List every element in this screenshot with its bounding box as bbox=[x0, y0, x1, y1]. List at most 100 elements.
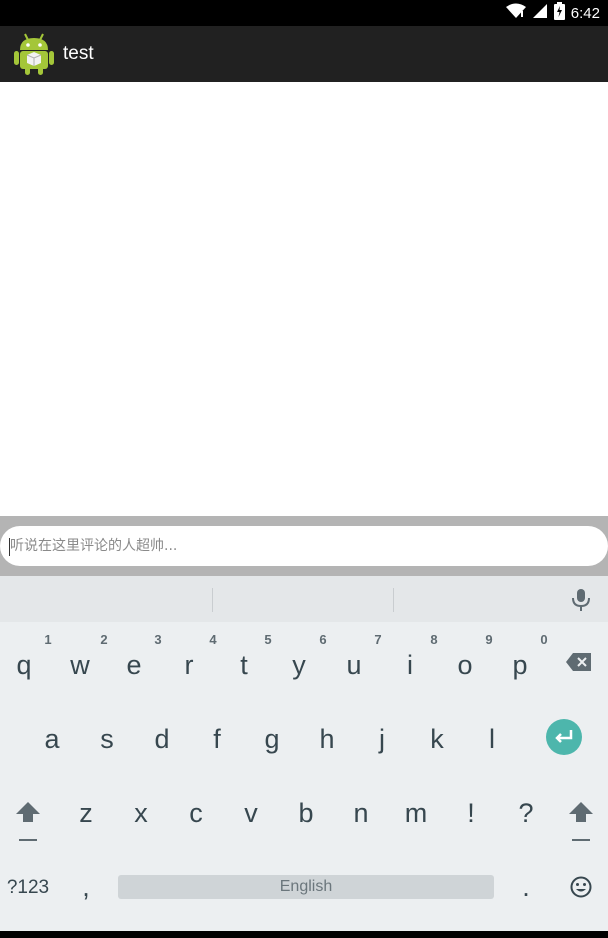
key-e[interactable]: 3 e bbox=[120, 632, 161, 680]
key-label: d bbox=[154, 724, 170, 754]
key-r[interactable]: 4 r bbox=[175, 632, 217, 680]
key-hint: 9 bbox=[485, 632, 493, 647]
content-area bbox=[0, 82, 608, 516]
soft-keyboard: 1 q 2 w 3 e 4 r 5 t 6 y 7 u 8 i 9 o 0 p … bbox=[0, 576, 608, 931]
space-label: English bbox=[279, 878, 333, 895]
key-label: q bbox=[16, 650, 32, 680]
shift-icon[interactable] bbox=[567, 800, 595, 846]
key-label: ! bbox=[467, 798, 475, 828]
key-label: w bbox=[70, 650, 90, 680]
key-hint: 0 bbox=[540, 632, 548, 647]
key-label: l bbox=[489, 724, 495, 754]
comma-key[interactable]: , bbox=[72, 872, 100, 902]
key-t[interactable]: 5 t bbox=[230, 632, 271, 680]
app-title: test bbox=[63, 43, 94, 64]
key-x[interactable]: x bbox=[127, 798, 155, 828]
key-question[interactable]: ? bbox=[512, 798, 540, 828]
key-label: f bbox=[213, 724, 221, 754]
key-l[interactable]: l bbox=[478, 724, 506, 754]
status-time: 6:42 bbox=[570, 4, 600, 22]
wifi-icon bbox=[505, 3, 526, 23]
key-s[interactable]: s bbox=[93, 724, 121, 754]
shift-icon[interactable] bbox=[14, 800, 42, 846]
key-label: a bbox=[44, 724, 60, 754]
key-y[interactable]: 6 y bbox=[285, 632, 326, 680]
signal-icon bbox=[532, 3, 548, 23]
comment-input[interactable] bbox=[0, 526, 608, 566]
key-b[interactable]: b bbox=[292, 798, 320, 828]
status-icons: 6:42 bbox=[505, 2, 600, 24]
space-key[interactable]: English bbox=[118, 875, 494, 899]
suggestion-divider bbox=[212, 588, 213, 612]
key-u[interactable]: 7 u bbox=[340, 632, 381, 680]
key-v[interactable]: v bbox=[237, 798, 265, 828]
screen: 6:42 test 听说在这里评论的人超帅... 1 q 2 w 3 e 4 r… bbox=[0, 0, 608, 938]
key-q[interactable]: 1 q bbox=[10, 632, 51, 680]
enter-icon bbox=[546, 730, 582, 759]
navigation-strip bbox=[0, 931, 608, 938]
key-c[interactable]: c bbox=[182, 798, 210, 828]
key-w[interactable]: 2 w bbox=[65, 632, 107, 680]
key-hint: 3 bbox=[154, 632, 162, 647]
key-label: s bbox=[100, 724, 114, 754]
key-label: i bbox=[407, 650, 413, 680]
key-hint: 1 bbox=[44, 632, 52, 647]
key-a[interactable]: a bbox=[38, 724, 66, 754]
status-bar: 6:42 bbox=[0, 0, 608, 26]
key-label: c bbox=[189, 798, 203, 828]
key-hint: 6 bbox=[319, 632, 327, 647]
key-f[interactable]: f bbox=[203, 724, 231, 754]
battery-icon bbox=[553, 2, 565, 24]
key-exclamation[interactable]: ! bbox=[457, 798, 485, 828]
key-label: h bbox=[319, 724, 335, 754]
key-label: n bbox=[353, 798, 369, 828]
key-j[interactable]: j bbox=[368, 724, 396, 754]
emoji-icon[interactable] bbox=[570, 876, 592, 898]
key-hint: 4 bbox=[209, 632, 217, 647]
symbols-key[interactable]: ?123 bbox=[4, 877, 52, 899]
key-label: m bbox=[404, 798, 428, 828]
key-label: b bbox=[298, 798, 314, 828]
key-label: o bbox=[457, 650, 473, 680]
action-bar: test bbox=[0, 26, 608, 82]
key-o[interactable]: 9 o bbox=[451, 632, 492, 680]
key-hint: 8 bbox=[430, 632, 438, 647]
key-i[interactable]: 8 i bbox=[396, 632, 438, 680]
key-label: y bbox=[292, 650, 306, 680]
key-hint: 5 bbox=[264, 632, 272, 647]
enter-key[interactable] bbox=[546, 719, 582, 755]
key-k[interactable]: k bbox=[423, 724, 451, 754]
period-key[interactable]: . bbox=[512, 872, 540, 902]
key-label: p bbox=[512, 650, 528, 680]
comment-bar bbox=[0, 516, 608, 576]
suggestion-strip bbox=[0, 576, 608, 622]
text-cursor bbox=[9, 538, 10, 556]
key-label: t bbox=[240, 650, 248, 680]
key-label: . bbox=[522, 872, 530, 902]
key-label: ?123 bbox=[6, 877, 50, 898]
key-label: ? bbox=[518, 798, 534, 828]
suggestion-divider bbox=[393, 588, 394, 612]
key-n[interactable]: n bbox=[347, 798, 375, 828]
key-d[interactable]: d bbox=[148, 724, 176, 754]
key-g[interactable]: g bbox=[258, 724, 286, 754]
key-label: g bbox=[264, 724, 280, 754]
key-m[interactable]: m bbox=[402, 798, 430, 828]
key-label: r bbox=[184, 650, 194, 680]
key-label: u bbox=[346, 650, 362, 680]
key-h[interactable]: h bbox=[313, 724, 341, 754]
key-p[interactable]: 0 p bbox=[506, 632, 547, 680]
mic-icon[interactable] bbox=[570, 588, 592, 612]
key-z[interactable]: z bbox=[72, 798, 100, 828]
key-hint: 7 bbox=[374, 632, 382, 647]
android-icon bbox=[14, 32, 54, 76]
key-label: j bbox=[379, 724, 385, 754]
key-label: x bbox=[134, 798, 148, 828]
key-label: k bbox=[430, 724, 444, 754]
key-label: , bbox=[82, 872, 90, 902]
key-label: v bbox=[244, 798, 258, 828]
key-label: e bbox=[126, 650, 142, 680]
backspace-icon[interactable] bbox=[565, 652, 593, 672]
key-label: z bbox=[79, 798, 93, 828]
key-hint: 2 bbox=[100, 632, 108, 647]
